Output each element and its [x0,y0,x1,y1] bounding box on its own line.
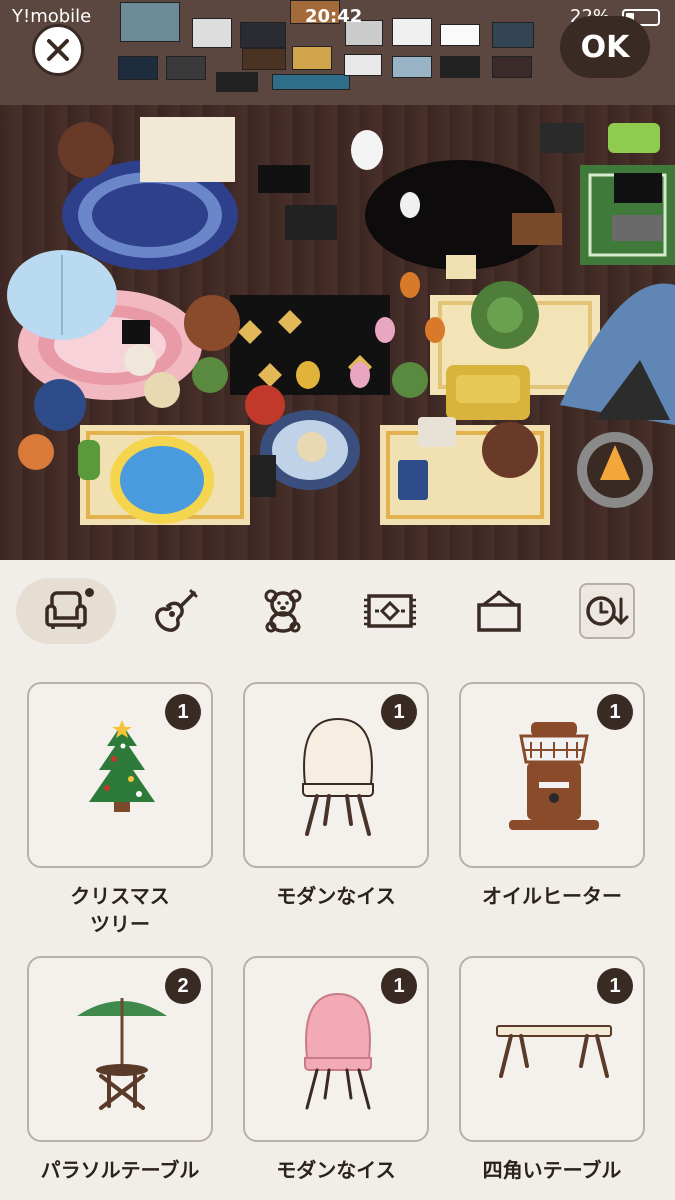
quantity-badge: 2 [165,968,201,1004]
wall-poster [242,48,286,70]
tab-furniture[interactable] [16,578,116,644]
quantity-badge: 1 [597,968,633,1004]
item-panel: 1 クリスマス ツリー 1 モダンなイス 1 オイルヒーター 2 パラソルテーブ… [0,560,675,1200]
item-label: モダンなイス [276,884,396,908]
wall-poster [344,54,382,76]
item-card[interactable]: 1 [459,956,645,1142]
quantity-badge: 1 [381,694,417,730]
wall-poster [440,56,480,78]
item-card[interactable]: 2 [27,956,213,1142]
close-icon [47,39,69,61]
clock: 20:42 [305,6,363,27]
wall-poster [118,56,158,80]
quantity-badge: 1 [597,694,633,730]
item-label: 四角いテーブル [482,1158,622,1182]
close-button[interactable] [32,24,84,76]
sort-button[interactable] [579,583,635,639]
tab-rugs[interactable] [340,578,440,644]
quantity-badge: 1 [165,694,201,730]
wall-poster [292,46,332,70]
item-label: オイルヒーター [482,884,622,908]
wall-poster [392,56,432,78]
new-item-dot [85,588,94,597]
item-card[interactable]: 1 [27,682,213,868]
wall-poster [492,56,532,78]
rug-icon [364,594,416,628]
guitar-icon [155,589,198,632]
wall-hanging-icon [477,590,521,632]
teddy-bear-icon [264,589,302,633]
wall-poster [272,74,350,90]
ok-button[interactable]: OK [560,16,650,78]
room-decor [7,117,675,525]
item-card[interactable]: 1 [243,956,429,1142]
wall-poster [166,56,206,80]
item-card[interactable]: 1 [243,682,429,868]
category-tabs [0,578,675,648]
item-label: モダンなイス [276,1158,396,1182]
item-label: クリスマス ツリー [70,884,170,936]
tab-toys[interactable] [233,578,333,644]
clock-sort-icon [586,596,629,626]
tab-instruments[interactable] [126,578,226,644]
armchair-icon [45,591,87,629]
item-card[interactable]: 1 [459,682,645,868]
room-canvas[interactable]: Y!mobile 20:42 22% OK [0,0,675,560]
quantity-badge: 1 [381,968,417,1004]
wall-poster [216,72,258,92]
tab-wall[interactable] [449,578,549,644]
item-label: パラソルテーブル [40,1158,200,1182]
